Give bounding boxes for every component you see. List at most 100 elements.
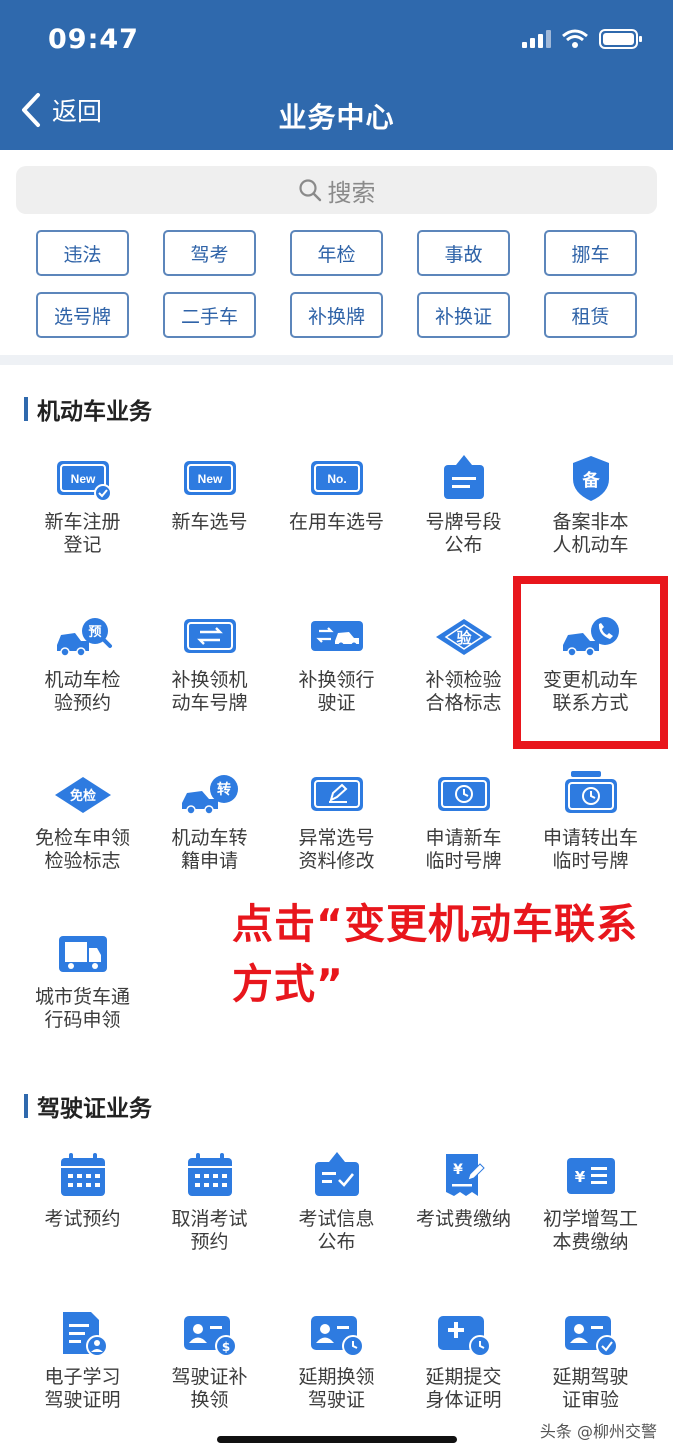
quick-link-choose-plate[interactable]: 选号牌 [36,292,129,338]
svg-text:New: New [70,472,95,486]
plate-exchange-icon [183,619,236,653]
service-in-use-plate-select[interactable]: No. 在用车选号 [273,453,400,534]
service-replace-vehicle-plate[interactable]: 补换领机 动车号牌 [146,611,273,715]
service-plate-range-announce[interactable]: 号牌号段 公布 [400,453,527,557]
inspection-mark-icon: 验 [435,619,492,655]
temp-plate-icon [437,777,490,811]
service-inspection-reservation[interactable]: 预 机动车检 验预约 [19,611,146,715]
service-transfer-out-temp-plate[interactable]: 申请转出车 临时号牌 [527,769,654,873]
quick-link-used-car[interactable]: 二手车 [163,292,256,338]
calendar-cancel-icon [187,1153,232,1196]
vehicle-section-title: 机动车业务 [24,392,152,426]
service-label: 延期提交 身体证明 [425,1366,502,1411]
service-new-car-registration[interactable]: New 新车注册 登记 [19,453,146,557]
highlight-box [513,576,668,749]
service-new-car-temp-plate[interactable]: 申请新车 临时号牌 [400,769,527,873]
service-replace-driving-permit[interactable]: 补换领行 驶证 [273,611,400,715]
service-label: 申请新车 临时号牌 [425,827,502,872]
service-label: 新车注册 登记 [44,511,121,556]
wifi-icon [562,29,588,48]
new-plate-check-icon: New [56,461,112,502]
search-placeholder: 搜索 [327,178,376,207]
service-reissue-inspection-mark[interactable]: 验 补领检验 合格标志 [400,611,527,715]
service-label: 新车选号 [171,511,248,533]
service-label: 在用车选号 [288,511,384,533]
home-indicator[interactable] [217,1436,457,1443]
svg-text:验: 验 [456,629,472,647]
service-cancel-exam-reservation[interactable]: 取消考试 预约 [146,1150,273,1254]
temp-plate-out-icon [564,771,617,813]
search-input[interactable]: 搜索 [16,166,657,214]
service-label: 补领检验 合格标志 [425,669,502,714]
service-label: 考试费缴纳 [415,1208,511,1230]
quick-link-replace-license[interactable]: 补换证 [417,292,510,338]
service-delay-license-review[interactable]: 延期驾驶 证审验 [527,1308,654,1412]
service-label: 延期换领 驾驶证 [298,1366,375,1411]
license-delay-icon [310,1316,364,1357]
quick-link-rental[interactable]: 租赁 [544,292,637,338]
service-label: 补换领行 驶证 [298,669,375,714]
service-vehicle-transfer[interactable]: 转 机动车转 籍申请 [146,769,273,873]
quick-link-annual-inspection[interactable]: 年检 [290,230,383,276]
signal-icon [522,30,551,48]
svg-text:备: 备 [581,470,600,491]
service-label: 补换领机 动车号牌 [171,669,248,714]
service-new-car-plate-select[interactable]: New 新车选号 [146,453,273,534]
svg-text:No.: No. [327,472,346,486]
service-label: 延期驾驶 证审验 [552,1366,629,1411]
svg-text:$: $ [221,1340,229,1354]
service-record-non-owner-car[interactable]: 备 备案非本 人机动车 [527,453,654,557]
service-label: 考试预约 [44,1208,121,1230]
battery-icon [599,29,642,49]
license-exchange-icon [310,621,363,651]
service-delay-health-cert[interactable]: 延期提交 身体证明 [400,1308,527,1412]
status-time: 09:47 [48,24,139,55]
calendar-icon [60,1153,105,1196]
service-abnormal-plate-edit[interactable]: 异常选号 资料修改 [273,769,400,873]
app-header: 09:47 返回 业务中心 [0,0,673,150]
license-section-title: 驾驶证业务 [24,1089,152,1123]
service-learner-fee-payment[interactable]: ¥ 初学增驾工 本费缴纳 [527,1150,654,1254]
svg-text:转: 转 [217,781,231,798]
vehicle-section-label: 机动车业务 [37,399,152,425]
service-label: 电子学习 驾驶证明 [44,1366,121,1411]
service-label: 取消考试 预约 [171,1208,248,1253]
quick-link-accident[interactable]: 事故 [417,230,510,276]
service-exempt-inspection-mark[interactable]: 免检 免检车申领 检验标志 [19,769,146,873]
service-label: 考试信息 公布 [298,1208,375,1253]
quick-link-driving-test[interactable]: 驾考 [163,230,256,276]
license-section-label: 驾驶证业务 [37,1096,152,1122]
car-transfer-icon: 转 [181,775,238,815]
service-label: 机动车转 籍申请 [171,827,248,872]
service-license-renew[interactable]: $ 驾驶证补 换领 [146,1308,273,1412]
service-label: 初学增驾工 本费缴纳 [542,1208,638,1253]
service-label: 驾驶证补 换领 [171,1366,248,1411]
service-label: 免检车申领 检验标志 [34,827,130,872]
svg-text:免检: 免检 [69,788,95,804]
license-review-delay-icon [564,1316,618,1357]
quick-link-replace-plate[interactable]: 补换牌 [290,292,383,338]
quick-link-move-car[interactable]: 挪车 [544,230,637,276]
service-e-learning-cert[interactable]: 电子学习 驾驶证明 [19,1308,146,1412]
section-marker [24,1094,28,1118]
quick-link-violation[interactable]: 违法 [36,230,129,276]
e-learning-cert-icon [62,1312,108,1357]
health-cert-delay-icon [437,1316,491,1357]
svg-text:¥: ¥ [574,1168,585,1186]
service-city-truck-pass[interactable]: 城市货车通 行码申领 [19,928,146,1032]
svg-text:预: 预 [88,625,101,640]
new-plate-icon: New [183,461,236,495]
service-label: 城市货车通 行码申领 [34,986,130,1031]
section-divider [0,355,673,365]
exam-fee-icon: ¥ [445,1154,485,1196]
svg-text:New: New [197,472,222,486]
truck-icon [58,936,107,972]
service-delay-license-renew[interactable]: 延期换领 驾驶证 [273,1308,400,1412]
exempt-inspection-icon: 免检 [54,777,111,813]
license-renew-icon: $ [183,1316,237,1357]
section-marker [24,397,28,421]
service-exam-fee-payment[interactable]: ¥ 考试费缴纳 [400,1150,527,1231]
service-exam-reservation[interactable]: 考试预约 [19,1150,146,1231]
service-exam-info[interactable]: 考试信息 公布 [273,1150,400,1254]
page-title: 业务中心 [278,101,395,134]
